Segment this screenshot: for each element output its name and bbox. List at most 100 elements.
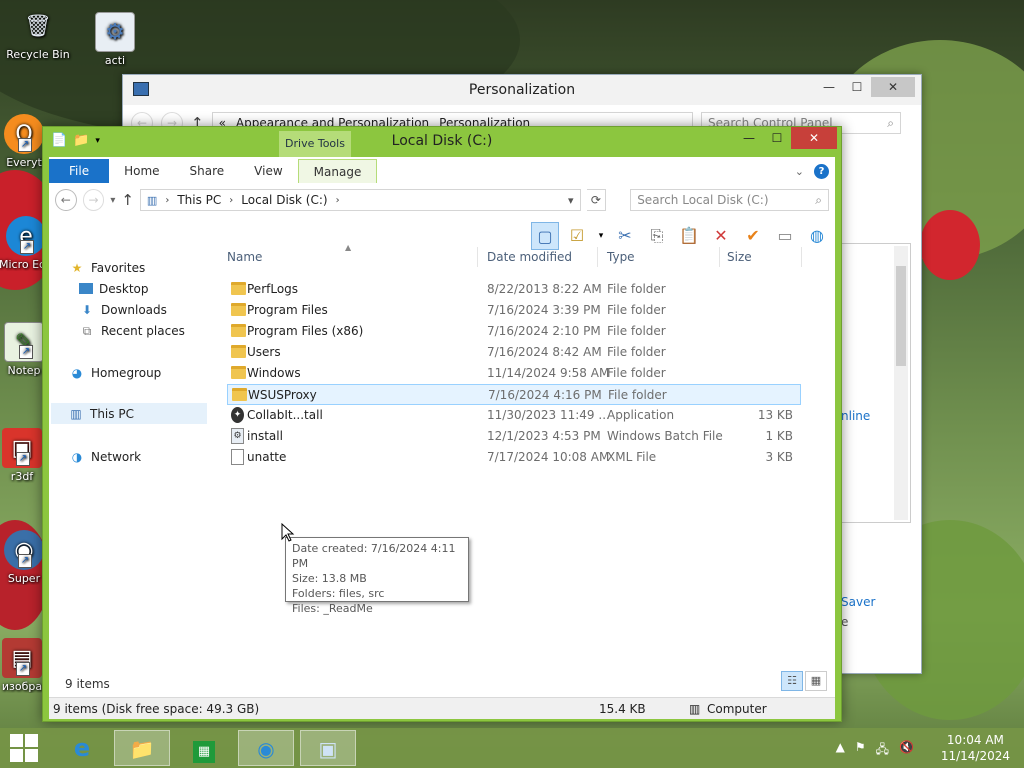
- screen-saver-link[interactable]: Saver: [841, 595, 875, 609]
- breadcrumb-separator[interactable]: ›: [165, 195, 169, 206]
- nav-recent-places[interactable]: ⧉ Recent places: [79, 320, 185, 341]
- refresh-button[interactable]: ⟳: [586, 189, 607, 211]
- scrollbar[interactable]: [894, 246, 908, 520]
- r3df-icon: ▣ ↗: [2, 428, 42, 468]
- folder-info-tooltip: Date created: 7/16/2024 4:11 PM Size: 13…: [285, 537, 469, 615]
- content-scroll-area[interactable]: [841, 243, 911, 523]
- address-history-chevron-icon[interactable]: ▾: [568, 194, 574, 207]
- column-header-type[interactable]: Type: [607, 245, 635, 269]
- file-size: 13 KB: [757, 408, 793, 422]
- breadcrumb-item-this-pc[interactable]: This PC: [177, 193, 221, 207]
- mouse-cursor-icon: [281, 523, 295, 542]
- nav-network[interactable]: ◑ Network: [69, 446, 141, 467]
- table-row[interactable]: Program Files (x86) 7/16/2024 2:10 PM Fi…: [227, 321, 801, 342]
- table-row[interactable]: unatte 7/17/2024 10:08 AM XML File 3 KB: [227, 447, 801, 468]
- desktop-icon-label: acti: [104, 54, 126, 67]
- internet-explorer-icon[interactable]: e: [54, 730, 110, 766]
- file-explorer-taskbar-button[interactable]: 📁: [114, 730, 170, 766]
- network-icon: ◑: [71, 449, 83, 464]
- volume-muted-icon[interactable]: 🔇: [899, 740, 914, 761]
- table-row[interactable]: Program Files 7/16/2024 3:39 PM File fol…: [227, 300, 801, 321]
- status-computer-icon: ▥: [689, 702, 701, 716]
- start-button[interactable]: [6, 732, 42, 764]
- breadcrumb-item-local-disk[interactable]: Local Disk (C:): [241, 193, 327, 207]
- navigation-bar: ← → ▾ ↑ ▥ › This PC › Local Disk (C:) › …: [49, 183, 835, 217]
- file-name: unatte: [247, 450, 287, 464]
- file-type: File folder: [607, 345, 666, 359]
- table-row[interactable]: Users 7/16/2024 8:42 AM File folder: [227, 342, 801, 363]
- search-icon: ⌕: [815, 193, 822, 207]
- details-view-button[interactable]: ☷: [781, 671, 803, 691]
- desktop-icon-recycle-bin[interactable]: 🗑 Recycle Bin: [2, 6, 74, 62]
- file-type: File folder: [607, 282, 666, 296]
- maximize-button[interactable]: ☐: [763, 127, 791, 149]
- nav-homegroup[interactable]: ◕ Homegroup: [69, 362, 162, 383]
- search-icon: ⌕: [887, 116, 894, 130]
- network-icon[interactable]: 🖧: [876, 740, 889, 761]
- table-row[interactable]: Windows 11/14/2024 9:58 AM File folder: [227, 363, 801, 384]
- online-link[interactable]: nline: [841, 409, 870, 423]
- file-date: 11/30/2023 11:49 ...: [487, 408, 610, 422]
- file-size: 3 KB: [765, 450, 793, 464]
- show-hidden-icons-icon[interactable]: ▲: [836, 740, 845, 761]
- table-row-hovered[interactable]: WSUSProxy 7/16/2024 4:16 PM File folder: [227, 384, 801, 405]
- tab-home[interactable]: Home: [109, 159, 174, 183]
- nav-desktop[interactable]: Desktop: [79, 278, 149, 299]
- control-panel-taskbar-button[interactable]: ▣: [300, 730, 356, 766]
- breadcrumb-separator[interactable]: ›: [229, 195, 233, 206]
- nav-this-pc[interactable]: ▥ This PC: [51, 403, 207, 424]
- file-name: CollabIt...tall: [247, 408, 323, 422]
- desktop-icon-acti[interactable]: ⚙ acti: [80, 12, 150, 67]
- minimize-button[interactable]: —: [815, 77, 843, 97]
- tab-view[interactable]: View: [239, 159, 297, 183]
- tab-manage[interactable]: Manage: [297, 159, 378, 183]
- nav-favorites[interactable]: ★ Favorites: [69, 257, 146, 278]
- app-icon: ◉: [257, 737, 275, 761]
- edge-icon: e ↗: [6, 216, 46, 256]
- back-button[interactable]: ←: [55, 189, 77, 211]
- close-button[interactable]: ✕: [791, 127, 837, 149]
- homegroup-icon: ◕: [71, 365, 83, 380]
- file-name: WSUSProxy: [248, 388, 317, 402]
- column-header-name[interactable]: Name: [227, 245, 262, 269]
- help-icon[interactable]: ?: [814, 163, 829, 179]
- app-taskbar-button[interactable]: ◉: [238, 730, 294, 766]
- close-button[interactable]: ✕: [871, 77, 915, 97]
- up-button[interactable]: ↑: [121, 191, 134, 209]
- clock[interactable]: 10:04 AM 11/14/2024: [941, 732, 1010, 764]
- large-icons-view-button[interactable]: ▦: [805, 671, 827, 691]
- maximize-button[interactable]: ☐: [843, 77, 871, 97]
- column-header-date-modified[interactable]: Date modified: [487, 245, 572, 269]
- desktop-icon: [79, 283, 93, 294]
- folder-icon: [231, 366, 246, 379]
- column-header-size[interactable]: Size: [727, 245, 752, 269]
- recycle-bin-icon: 🗑: [24, 13, 52, 39]
- scrollbar-thumb[interactable]: [896, 266, 906, 366]
- window-title: Local Disk (C:): [391, 133, 493, 149]
- file-name: Program Files (x86): [247, 324, 364, 338]
- clock-date: 11/14/2024: [940, 749, 1010, 763]
- search-input[interactable]: Search Local Disk (C:) ⌕: [630, 189, 829, 211]
- personalization-titlebar[interactable]: Personalization — ☐ ✕: [123, 75, 921, 105]
- file-date: 7/16/2024 3:39 PM: [487, 303, 601, 317]
- forward-button[interactable]: →: [82, 189, 105, 211]
- minimize-button[interactable]: —: [735, 127, 763, 149]
- action-center-flag-icon[interactable]: ⚑: [855, 740, 866, 761]
- table-row[interactable]: ⚙ install 12/1/2023 4:53 PM Windows Batc…: [227, 426, 801, 447]
- tab-share[interactable]: Share: [175, 159, 240, 183]
- recent-locations-chevron-icon[interactable]: ▾: [110, 195, 115, 206]
- expand-ribbon-icon[interactable]: ⌄: [795, 165, 804, 178]
- address-bar[interactable]: ▥ › This PC › Local Disk (C:) › ▾: [139, 189, 581, 211]
- explorer-titlebar[interactable]: 📄 📁 ▾ Drive Tools Local Disk (C:) — ☐ ✕: [43, 127, 841, 157]
- store-taskbar-button[interactable]: ▦: [176, 730, 232, 766]
- nav-label: Favorites: [91, 260, 146, 275]
- nav-downloads[interactable]: ⬇ Downloads: [79, 299, 167, 320]
- file-date: 7/16/2024 2:10 PM: [487, 324, 601, 338]
- tab-file[interactable]: File: [49, 159, 110, 183]
- breadcrumb-separator[interactable]: ›: [336, 195, 340, 206]
- table-row[interactable]: PerfLogs 8/22/2013 8:22 AM File folder: [227, 279, 801, 300]
- explorer-window[interactable]: 📄 📁 ▾ Drive Tools Local Disk (C:) — ☐ ✕ …: [42, 126, 842, 722]
- table-row[interactable]: ✦ CollabIt...tall 11/30/2023 11:49 ... A…: [227, 405, 801, 426]
- ribbon-tabs: File Home Share View Manage ⌄ ?: [49, 157, 835, 183]
- folder-icon: [231, 282, 246, 295]
